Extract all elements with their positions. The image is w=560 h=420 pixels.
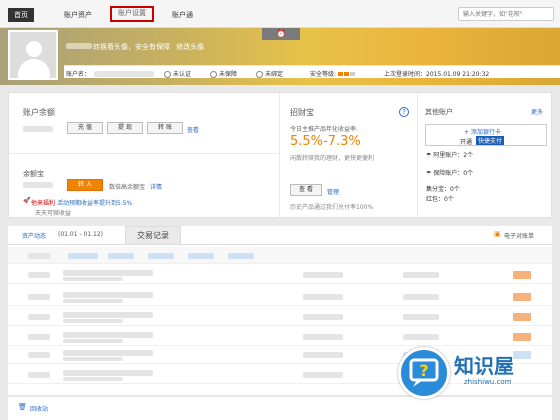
blurred-filter[interactable] [188,253,214,259]
trash-icon: 🗑 [18,403,27,411]
recycle-bin-link[interactable]: 回收站 [30,404,48,413]
tab-assets-activity[interactable]: 资产动态 [22,231,46,240]
statement-icon: ▣ [494,230,501,238]
table-row [8,289,552,306]
verify-icon [164,71,171,78]
jifenbao-row[interactable]: 集分宝：0个 [426,184,460,193]
top-nav: 首页 账户资产 账户设置 账户通 [0,0,560,28]
alipay-account-page: 首页 账户资产 账户设置 账户通 ⏰ 转换看头像，安全有保障 修改头像 账户名：… [0,0,560,420]
verify-status[interactable]: 未认证 [164,69,191,78]
withdraw-button[interactable]: 提 现 [107,122,143,134]
help-icon[interactable]: ? [399,107,409,117]
user-name-blurred [66,42,92,50]
watermark-logo: ? [398,347,450,399]
open-label: 开通 [460,139,473,146]
bank-card-box[interactable]: + 添加银行卡 开通 快捷支付 [425,124,547,146]
tab-trade-records[interactable]: 交易记录 [125,226,181,245]
row-action-button[interactable] [513,293,531,301]
panel-divider-h [9,153,279,154]
yuebao-details-link[interactable]: 详情 [150,182,162,191]
last-login: 上次登录时间：2015.01.09 21:20:32 [384,71,490,78]
footer: 🗑 回收站 [8,396,552,420]
transfer-button[interactable]: 转 账 [147,122,183,134]
protect-status[interactable]: 未保障 [210,69,237,78]
bind-status[interactable]: 未绑定 [256,69,283,78]
balance-amount-blurred [23,125,53,133]
insurance-row[interactable]: ☂ 保险账户：0个 [426,168,473,177]
tagline-text: 转换看头像，安全有保障 [93,43,170,51]
blurred-filter[interactable] [108,253,134,259]
zhaocaibao-manage-link[interactable]: 管理 [327,187,339,196]
row-action-button[interactable] [513,271,531,279]
banner-tagline: 转换看头像，安全有保障 修改头像 [93,42,204,52]
avatar-head-icon [26,41,42,57]
zhaocaibao-rate: 5.5%-7.3% [290,134,361,149]
nav-home[interactable]: 首页 [8,8,34,22]
security-level: 安全等级: [310,69,356,78]
zhaocaibao-view-button[interactable]: 查 看 [290,184,322,196]
balance-title: 账户余额 [23,108,55,117]
blurred-filter[interactable] [148,253,174,259]
nav-settings[interactable]: 账户设置 [110,6,154,22]
avatar[interactable] [8,30,58,80]
yuebao-title: 余额宝 [23,170,44,178]
table-row [8,329,552,346]
e-statement-link[interactable]: 电子对账单 [504,231,534,240]
panel-divider [417,93,418,217]
zhaocaibao-title: 招财宝 [290,108,314,117]
promo-link[interactable]: 活动预期收益率提升到5.5% [57,198,132,207]
svg-text:?: ? [419,361,428,380]
zhaocaibao-history: 历史产品通过我们兑付率100% [290,204,374,211]
row-action-button[interactable] [513,351,531,359]
table-row [8,267,552,284]
quick-pay-badge[interactable]: 快捷支付 [476,136,505,145]
phone-icon [256,71,263,78]
blurred-filter[interactable] [68,253,98,259]
other-title: 其他账户 [425,108,453,116]
row-action-button[interactable] [513,313,531,321]
balance-view-link[interactable]: 查看 [187,125,199,134]
zhaocaibao-subtitle: 今日主推产品年化收益率: [290,126,359,133]
row-action-button[interactable] [513,333,531,341]
blurred-text [66,43,92,49]
yuebao-amount-blurred [23,181,53,189]
alarm-clock-icon[interactable]: ⏰ [262,28,300,40]
recharge-button[interactable]: 充 值 [67,122,103,134]
watermark-domain: zhishiwu.com [464,378,512,386]
activity-tabs: 资产动态 (01.01 - 01.12) ▣ 电子对账单 [8,226,552,245]
account-info-bar: 账户名： 未认证 未保障 未绑定 安全等级: 上次登录时间：2015.01.09… [64,65,560,78]
watermark-brand: 知识屋 [454,354,514,378]
account-name-blurred [94,70,154,77]
search-input[interactable] [458,7,554,21]
income-note: 数倍高余额宝 [109,184,146,191]
table-header-row [8,247,552,264]
blurred-filter[interactable] [228,253,254,259]
panel-divider [279,93,280,217]
nav-assets[interactable]: 账户资产 [58,8,98,22]
add-card-link[interactable]: + 添加银行卡 [464,127,501,136]
avatar-body-icon [18,59,50,79]
alitrip-row[interactable]: ☂ 阿里账户：2个 [426,150,473,159]
more-link[interactable]: 更多 [531,107,543,116]
promo-sub: 天天可赎收益 [35,210,72,217]
transfer-in-button[interactable]: 转 入 [67,179,103,191]
hongbao-row[interactable]: 红包：0个 [426,194,454,203]
zhaocaibao-desc: 闲散转赎我的理财，更快更便利 [290,155,375,162]
date-range: (01.01 - 01.12) [58,231,104,238]
nav-alipay-tong[interactable]: 账户通 [166,8,199,22]
blurred-text [28,253,50,259]
promo-label: 他来福利 [31,200,56,207]
table-row [8,309,552,326]
rocket-icon: 🚀 [23,197,31,204]
shield-icon [210,71,217,78]
question-bubble-icon: ? [409,358,439,387]
account-label: 账户名： [66,71,91,78]
edit-avatar-link[interactable]: 修改头像 [176,43,204,51]
